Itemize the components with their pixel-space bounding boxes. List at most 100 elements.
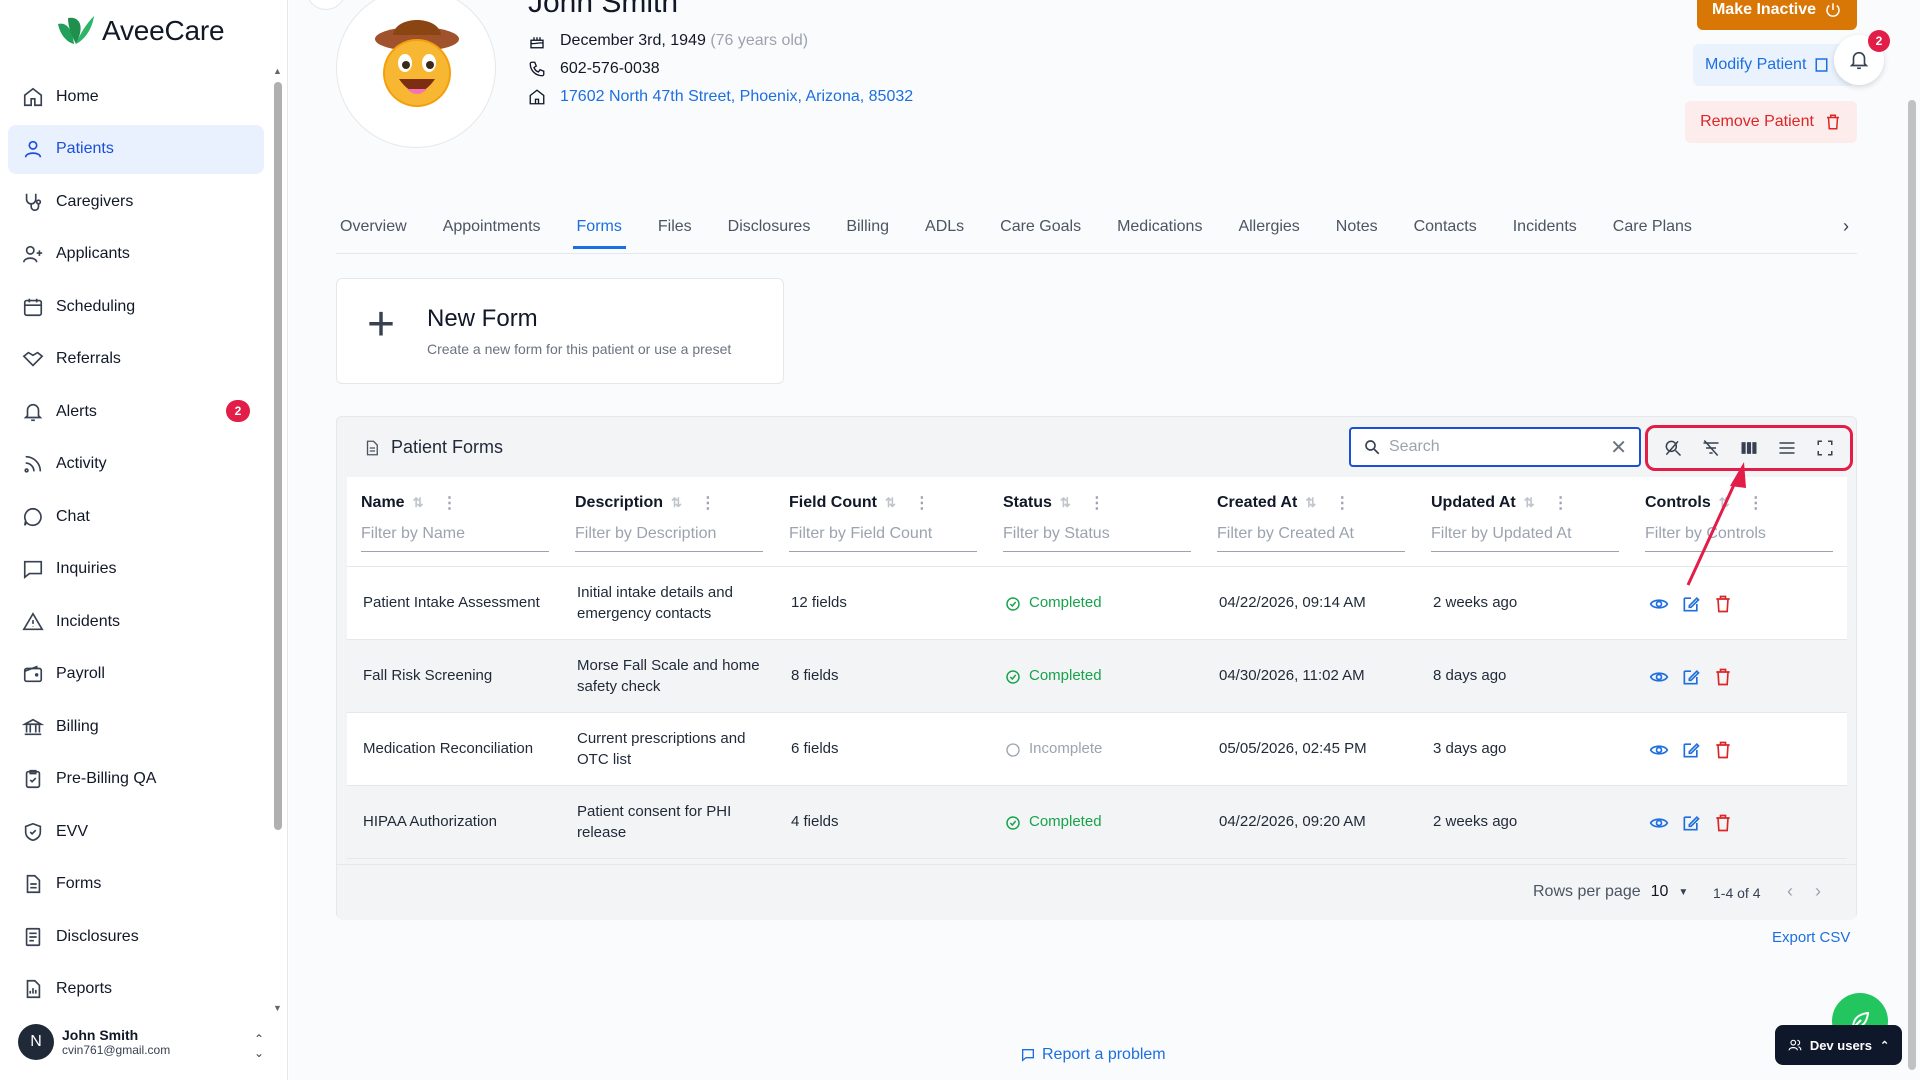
make-inactive-button[interactable]: Make Inactive (1697, 0, 1857, 30)
edit-icon[interactable] (1681, 813, 1701, 833)
filter-controls-input[interactable]: Filter by Controls (1645, 525, 1833, 552)
column-label[interactable]: Updated At (1431, 494, 1516, 512)
table-row[interactable]: Medication Reconciliation Current prescr… (347, 713, 1847, 786)
previous-page-icon[interactable]: ‹ (1787, 881, 1793, 902)
filter-name-input[interactable]: Filter by Name (361, 525, 549, 552)
scroll-up-arrow-icon[interactable]: ▲ (273, 66, 282, 76)
scroll-down-arrow-icon[interactable]: ▼ (273, 1003, 282, 1013)
edit-icon[interactable] (1681, 594, 1701, 614)
tab-incidents[interactable]: Incidents (1509, 212, 1581, 248)
rows-per-page[interactable]: Rows per page 10 ▼ (1533, 883, 1688, 901)
clear-search-icon[interactable]: ✕ (1610, 435, 1627, 460)
tab-allergies[interactable]: Allergies (1234, 212, 1303, 248)
sort-icon[interactable]: ⇅ (885, 495, 896, 511)
filter-field-count-input[interactable]: Filter by Field Count (789, 525, 977, 552)
filter-status-input[interactable]: Filter by Status (1003, 525, 1191, 552)
tab-medications[interactable]: Medications (1113, 212, 1206, 248)
sidebar-item-incidents[interactable]: Incidents (8, 597, 264, 646)
columns-icon[interactable] (1735, 434, 1763, 462)
density-icon[interactable] (1773, 434, 1801, 462)
tab-billing[interactable]: Billing (842, 212, 893, 248)
sort-icon[interactable]: ⇅ (1060, 495, 1071, 511)
sidebar-item-caregivers[interactable]: Caregivers (8, 177, 264, 226)
view-eye-icon[interactable] (1649, 813, 1669, 833)
sidebar-item-pre-billing-qa[interactable]: Pre-Billing QA (8, 755, 264, 804)
delete-trash-icon[interactable] (1713, 594, 1733, 614)
sidebar-item-disclosures[interactable]: Disclosures (8, 912, 264, 961)
sort-icon[interactable]: ⇅ (1719, 495, 1730, 511)
table-row[interactable]: Fall Risk Screening Morse Fall Scale and… (347, 640, 1847, 713)
clear-filters-icon[interactable] (1697, 434, 1725, 462)
column-label[interactable]: Description (575, 494, 663, 512)
sort-icon[interactable]: ⇅ (1524, 495, 1535, 511)
sidebar-scroll-thumb[interactable] (274, 82, 282, 830)
user-menu[interactable]: N John Smith cvin761@gmail.com ⌃ ⌄ (18, 1024, 274, 1060)
column-label[interactable]: Controls (1645, 494, 1711, 512)
column-label[interactable]: Created At (1217, 494, 1297, 512)
table-row[interactable]: Patient Intake Assessment Initial intake… (347, 567, 1847, 640)
sort-icon[interactable]: ⇅ (413, 495, 424, 511)
delete-trash-icon[interactable] (1713, 740, 1733, 760)
sidebar-item-activity[interactable]: Activity (8, 440, 264, 489)
column-menu-icon[interactable]: ⋮ (914, 493, 930, 513)
column-label[interactable]: Status (1003, 494, 1052, 512)
toggle-search-icon[interactable] (1659, 434, 1687, 462)
sidebar-item-referrals[interactable]: Referrals (8, 335, 264, 384)
app-logo[interactable]: AveeCare (56, 14, 225, 48)
sidebar-item-inquiries[interactable]: Inquiries (8, 545, 264, 594)
sidebar-item-scheduling[interactable]: Scheduling (8, 282, 264, 331)
tab-files[interactable]: Files (654, 212, 696, 248)
remove-patient-button[interactable]: Remove Patient (1685, 101, 1857, 143)
report-problem-link[interactable]: Report a problem (1020, 1046, 1166, 1064)
view-eye-icon[interactable] (1649, 594, 1669, 614)
sidebar-item-home[interactable]: Home (8, 72, 264, 121)
column-menu-icon[interactable]: ⋮ (1553, 493, 1569, 513)
sidebar-item-chat[interactable]: Chat (8, 492, 264, 541)
column-menu-icon[interactable]: ⋮ (1748, 493, 1764, 513)
edit-icon[interactable] (1681, 667, 1701, 687)
delete-trash-icon[interactable] (1713, 667, 1733, 687)
filter-description-input[interactable]: Filter by Description (575, 525, 763, 552)
column-menu-icon[interactable]: ⋮ (1089, 493, 1105, 513)
sidebar-item-reports[interactable]: Reports (8, 965, 264, 1014)
tab-contacts[interactable]: Contacts (1410, 212, 1481, 248)
sort-icon[interactable]: ⇅ (671, 495, 682, 511)
new-form-card[interactable]: + New Form Create a new form for this pa… (336, 278, 784, 384)
column-menu-icon[interactable]: ⋮ (441, 493, 457, 513)
patient-address-link[interactable]: 17602 North 47th Street, Phoenix, Arizon… (560, 88, 913, 106)
chevron-right-icon[interactable]: › (1843, 216, 1849, 237)
view-eye-icon[interactable] (1649, 667, 1669, 687)
sidebar-item-evv[interactable]: EVV (8, 807, 264, 856)
filter-created-at-input[interactable]: Filter by Created At (1217, 525, 1405, 552)
tab-care-plans[interactable]: Care Plans (1609, 212, 1696, 248)
fullscreen-icon[interactable] (1811, 434, 1839, 462)
page-scroll-thumb[interactable] (1908, 100, 1916, 1070)
next-page-icon[interactable]: › (1815, 881, 1821, 902)
tab-overview[interactable]: Overview (336, 212, 411, 248)
sidebar-item-billing[interactable]: Billing (8, 702, 264, 751)
modify-patient-button[interactable]: Modify Patient (1693, 44, 1855, 86)
table-search[interactable]: ✕ (1349, 427, 1641, 467)
tab-notes[interactable]: Notes (1332, 212, 1382, 248)
tab-forms[interactable]: Forms (572, 212, 626, 249)
sort-icon[interactable]: ⇅ (1305, 495, 1316, 511)
tab-disclosures[interactable]: Disclosures (724, 212, 815, 248)
rows-per-page-select[interactable]: 10 (1651, 883, 1669, 901)
sidebar-item-payroll[interactable]: Payroll (8, 650, 264, 699)
column-menu-icon[interactable]: ⋮ (700, 493, 716, 513)
column-menu-icon[interactable]: ⋮ (1334, 493, 1350, 513)
view-eye-icon[interactable] (1649, 740, 1669, 760)
delete-trash-icon[interactable] (1713, 813, 1733, 833)
tab-adls[interactable]: ADLs (921, 212, 968, 248)
export-csv-link[interactable]: Export CSV (1772, 929, 1850, 946)
sidebar-item-forms[interactable]: Forms (8, 860, 264, 909)
tab-care-goals[interactable]: Care Goals (996, 212, 1085, 248)
sidebar-item-alerts[interactable]: Alerts 2 (8, 387, 264, 436)
edit-icon[interactable] (1681, 740, 1701, 760)
filter-updated-at-input[interactable]: Filter by Updated At (1431, 525, 1619, 552)
table-row[interactable]: HIPAA Authorization Patient consent for … (347, 786, 1847, 859)
column-label[interactable]: Field Count (789, 494, 877, 512)
sidebar-item-applicants[interactable]: Applicants (8, 230, 264, 279)
column-label[interactable]: Name (361, 494, 405, 512)
sidebar-item-patients[interactable]: Patients (8, 124, 264, 174)
